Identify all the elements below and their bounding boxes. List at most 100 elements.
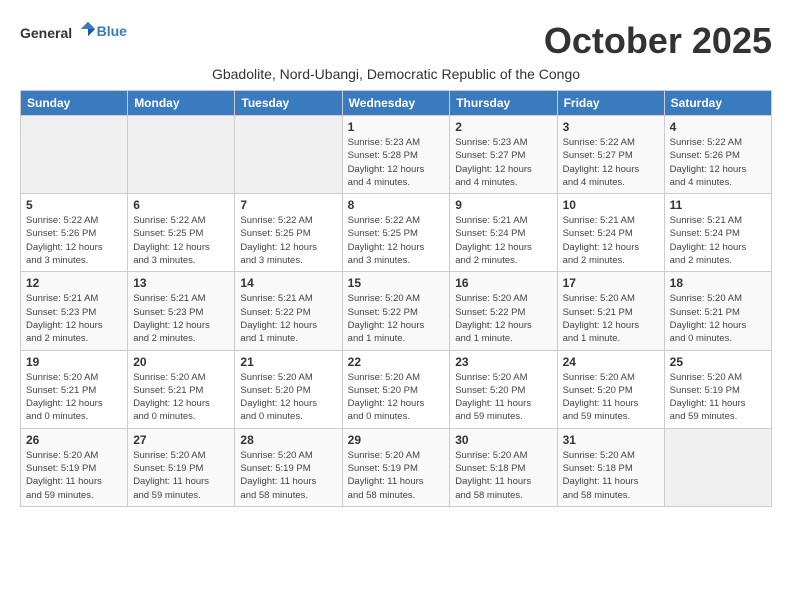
day-number: 28 (240, 433, 336, 447)
day-info: Sunrise: 5:20 AM Sunset: 5:19 PM Dayligh… (133, 449, 229, 502)
calendar: SundayMondayTuesdayWednesdayThursdayFrid… (20, 90, 772, 507)
calendar-cell: 10 Sunrise: 5:21 AM Sunset: 5:24 PM Dayli… (557, 194, 664, 272)
day-number: 25 (670, 355, 766, 369)
day-info: Sunrise: 5:21 AM Sunset: 5:23 PM Dayligh… (133, 292, 229, 345)
day-number: 9 (455, 198, 551, 212)
calendar-cell: 4Sunrise: 5:22 AM Sunset: 5:26 PM Daylig… (664, 116, 771, 194)
calendar-cell: 5Sunrise: 5:22 AM Sunset: 5:26 PM Daylig… (21, 194, 128, 272)
calendar-cell: 21 Sunrise: 5:20 AM Sunset: 5:20 PM Dayli… (235, 350, 342, 428)
day-info: Sunrise: 5:21 AM Sunset: 5:24 PM Dayligh… (563, 214, 659, 267)
weekday-header: Friday (557, 91, 664, 116)
calendar-cell: 29 Sunrise: 5:20 AM Sunset: 5:19 PM Dayli… (342, 428, 450, 506)
weekday-header: Saturday (664, 91, 771, 116)
day-info: Sunrise: 5:20 AM Sunset: 5:19 PM Dayligh… (240, 449, 336, 502)
day-number: 12 (26, 276, 122, 290)
day-number: 24 (563, 355, 659, 369)
calendar-cell: 3Sunrise: 5:22 AM Sunset: 5:27 PM Daylig… (557, 116, 664, 194)
calendar-cell: 14 Sunrise: 5:21 AM Sunset: 5:22 PM Dayli… (235, 272, 342, 350)
day-info: Sunrise: 5:20 AM Sunset: 5:20 PM Dayligh… (455, 371, 551, 424)
calendar-cell: 20 Sunrise: 5:20 AM Sunset: 5:21 PM Dayli… (128, 350, 235, 428)
day-number: 16 (455, 276, 551, 290)
logo: General Blue (20, 20, 127, 43)
calendar-cell: 18 Sunrise: 5:20 AM Sunset: 5:21 PM Dayli… (664, 272, 771, 350)
weekday-header: Sunday (21, 91, 128, 116)
header: General Blue October 2025 (20, 20, 772, 62)
day-number: 5 (26, 198, 122, 212)
calendar-cell (664, 428, 771, 506)
day-info: Sunrise: 5:20 AM Sunset: 5:21 PM Dayligh… (670, 292, 766, 345)
calendar-cell: 27 Sunrise: 5:20 AM Sunset: 5:19 PM Dayli… (128, 428, 235, 506)
day-number: 7 (240, 198, 336, 212)
calendar-cell: 25Sunrise: 5:20 AM Sunset: 5:19 PM Dayli… (664, 350, 771, 428)
day-number: 19 (26, 355, 122, 369)
calendar-cell: 1Sunrise: 5:23 AM Sunset: 5:28 PM Daylig… (342, 116, 450, 194)
calendar-cell: 31Sunrise: 5:20 AM Sunset: 5:18 PM Dayli… (557, 428, 664, 506)
day-info: Sunrise: 5:20 AM Sunset: 5:21 PM Dayligh… (563, 292, 659, 345)
calendar-cell (128, 116, 235, 194)
day-number: 13 (133, 276, 229, 290)
day-info: Sunrise: 5:20 AM Sunset: 5:22 PM Dayligh… (348, 292, 445, 345)
day-number: 27 (133, 433, 229, 447)
day-info: Sunrise: 5:20 AM Sunset: 5:21 PM Dayligh… (133, 371, 229, 424)
day-info: Sunrise: 5:22 AM Sunset: 5:27 PM Dayligh… (563, 136, 659, 189)
day-number: 21 (240, 355, 336, 369)
day-info: Sunrise: 5:21 AM Sunset: 5:22 PM Dayligh… (240, 292, 336, 345)
day-info: Sunrise: 5:20 AM Sunset: 5:19 PM Dayligh… (348, 449, 445, 502)
day-info: Sunrise: 5:22 AM Sunset: 5:25 PM Dayligh… (348, 214, 445, 267)
day-number: 2 (455, 120, 551, 134)
month-title: October 2025 (544, 20, 772, 62)
weekday-header: Wednesday (342, 91, 450, 116)
calendar-cell: 26 Sunrise: 5:20 AM Sunset: 5:19 PM Dayli… (21, 428, 128, 506)
calendar-cell: 6 Sunrise: 5:22 AM Sunset: 5:25 PM Daylig… (128, 194, 235, 272)
day-info: Sunrise: 5:23 AM Sunset: 5:27 PM Dayligh… (455, 136, 551, 189)
day-info: Sunrise: 5:20 AM Sunset: 5:22 PM Dayligh… (455, 292, 551, 345)
weekday-header: Thursday (450, 91, 557, 116)
day-info: Sunrise: 5:21 AM Sunset: 5:23 PM Dayligh… (26, 292, 122, 345)
day-info: Sunrise: 5:20 AM Sunset: 5:19 PM Dayligh… (26, 449, 122, 502)
day-info: Sunrise: 5:21 AM Sunset: 5:24 PM Dayligh… (455, 214, 551, 267)
day-number: 29 (348, 433, 445, 447)
day-number: 20 (133, 355, 229, 369)
calendar-cell: 8 Sunrise: 5:22 AM Sunset: 5:25 PM Daylig… (342, 194, 450, 272)
day-number: 22 (348, 355, 445, 369)
day-number: 15 (348, 276, 445, 290)
day-info: Sunrise: 5:20 AM Sunset: 5:18 PM Dayligh… (563, 449, 659, 502)
day-number: 8 (348, 198, 445, 212)
calendar-cell: 7Sunrise: 5:22 AM Sunset: 5:25 PM Daylig… (235, 194, 342, 272)
calendar-cell: 13 Sunrise: 5:21 AM Sunset: 5:23 PM Dayli… (128, 272, 235, 350)
day-number: 6 (133, 198, 229, 212)
calendar-cell: 28 Sunrise: 5:20 AM Sunset: 5:19 PM Dayli… (235, 428, 342, 506)
day-number: 30 (455, 433, 551, 447)
day-info: Sunrise: 5:20 AM Sunset: 5:20 PM Dayligh… (348, 371, 445, 424)
logo-icon (79, 20, 97, 38)
weekday-header: Monday (128, 91, 235, 116)
day-info: Sunrise: 5:20 AM Sunset: 5:20 PM Dayligh… (563, 371, 659, 424)
subtitle: Gbadolite, Nord-Ubangi, Democratic Repub… (20, 66, 772, 82)
logo-general: General (20, 25, 72, 41)
calendar-cell: 19 Sunrise: 5:20 AM Sunset: 5:21 PM Dayli… (21, 350, 128, 428)
calendar-cell: 22 Sunrise: 5:20 AM Sunset: 5:20 PM Dayli… (342, 350, 450, 428)
calendar-cell: 9 Sunrise: 5:21 AM Sunset: 5:24 PM Daylig… (450, 194, 557, 272)
weekday-header: Tuesday (235, 91, 342, 116)
day-info: Sunrise: 5:23 AM Sunset: 5:28 PM Dayligh… (348, 136, 445, 189)
calendar-cell: 15 Sunrise: 5:20 AM Sunset: 5:22 PM Dayli… (342, 272, 450, 350)
day-info: Sunrise: 5:22 AM Sunset: 5:26 PM Dayligh… (670, 136, 766, 189)
day-info: Sunrise: 5:20 AM Sunset: 5:20 PM Dayligh… (240, 371, 336, 424)
day-info: Sunrise: 5:21 AM Sunset: 5:24 PM Dayligh… (670, 214, 766, 267)
day-info: Sunrise: 5:20 AM Sunset: 5:18 PM Dayligh… (455, 449, 551, 502)
day-number: 17 (563, 276, 659, 290)
logo-blue: Blue (97, 23, 127, 39)
calendar-cell: 16 Sunrise: 5:20 AM Sunset: 5:22 PM Dayli… (450, 272, 557, 350)
day-number: 18 (670, 276, 766, 290)
calendar-cell: 24 Sunrise: 5:20 AM Sunset: 5:20 PM Dayli… (557, 350, 664, 428)
calendar-cell: 2 Sunrise: 5:23 AM Sunset: 5:27 PM Daylig… (450, 116, 557, 194)
calendar-cell: 11 Sunrise: 5:21 AM Sunset: 5:24 PM Dayli… (664, 194, 771, 272)
day-info: Sunrise: 5:22 AM Sunset: 5:25 PM Dayligh… (133, 214, 229, 267)
day-number: 11 (670, 198, 766, 212)
day-number: 26 (26, 433, 122, 447)
day-number: 10 (563, 198, 659, 212)
calendar-cell: 23Sunrise: 5:20 AM Sunset: 5:20 PM Dayli… (450, 350, 557, 428)
day-number: 14 (240, 276, 336, 290)
day-info: Sunrise: 5:20 AM Sunset: 5:21 PM Dayligh… (26, 371, 122, 424)
calendar-cell: 17 Sunrise: 5:20 AM Sunset: 5:21 PM Dayli… (557, 272, 664, 350)
